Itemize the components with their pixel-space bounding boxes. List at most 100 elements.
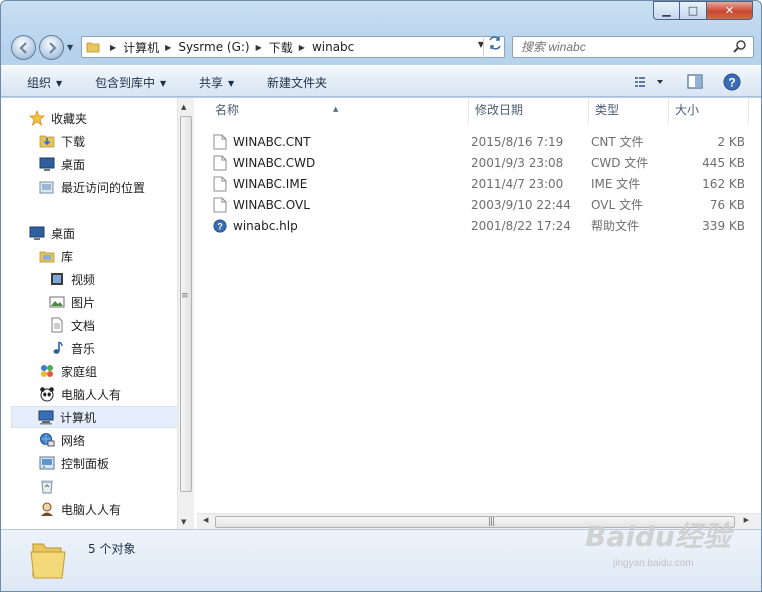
back-arrow-icon bbox=[18, 42, 27, 54]
search-icon[interactable] bbox=[733, 39, 747, 53]
scroll-down-icon[interactable]: ▼ bbox=[181, 518, 186, 526]
folder-icon bbox=[86, 42, 100, 53]
scroll-right-icon[interactable]: ▶ bbox=[744, 516, 749, 524]
file-size: 162 KB bbox=[702, 176, 745, 191]
nav-item-homegroup[interactable]: 家庭组 bbox=[39, 360, 97, 382]
file-row[interactable]: WINABC.IME 2011/4/7 23:00 IME 文件 162 KB bbox=[213, 173, 745, 194]
chevron-down-icon: ▼ bbox=[160, 79, 167, 88]
file-icon bbox=[213, 155, 227, 170]
nav-item-recycle-bin[interactable] bbox=[39, 475, 61, 497]
nav-item-user-1[interactable]: 电脑人人有 bbox=[39, 383, 121, 405]
breadcrumb-computer[interactable]: 计算机 bbox=[123, 39, 159, 56]
include-in-library-button[interactable]: 包含到库中 ▼ bbox=[95, 74, 166, 91]
nav-item-documents[interactable]: 文档 bbox=[49, 314, 95, 336]
file-name: WINABC.IME bbox=[233, 176, 308, 191]
file-icon bbox=[213, 197, 227, 212]
breadcrumb-drive[interactable]: Sysrme (G:) bbox=[178, 40, 249, 54]
file-list-horizontal-scrollbar[interactable]: ◀ ||| ▶ bbox=[197, 513, 761, 529]
nav-item-label: 图片 bbox=[71, 295, 96, 310]
file-size: 339 KB bbox=[702, 218, 745, 233]
nav-item-label: 收藏夹 bbox=[51, 111, 88, 126]
change-view-button[interactable] bbox=[633, 72, 667, 92]
scrollbar-thumb[interactable] bbox=[180, 116, 192, 492]
share-button[interactable]: 共享 ▼ bbox=[199, 74, 234, 91]
close-button[interactable]: ✕ bbox=[707, 1, 753, 20]
help-button[interactable]: ? bbox=[722, 72, 744, 92]
nav-item-recent-places[interactable]: 最近访问的位置 bbox=[39, 176, 145, 198]
file-type: CWD 文件 bbox=[591, 156, 649, 170]
column-header-name[interactable]: 名称 ▲ bbox=[197, 98, 469, 123]
nav-item-label: 控制面板 bbox=[61, 456, 110, 471]
file-name: winabc.hlp bbox=[233, 218, 298, 233]
details-pane: 5 个对象 bbox=[1, 529, 761, 591]
new-folder-button[interactable]: 新建文件夹 bbox=[267, 74, 327, 91]
item-count: 5 个对象 bbox=[88, 542, 136, 556]
breadcrumb-separator-icon[interactable]: ▶ bbox=[110, 43, 116, 52]
chevron-down-icon: ▼ bbox=[56, 79, 63, 88]
maximize-button[interactable]: □ bbox=[680, 1, 707, 20]
view-options-icon bbox=[635, 77, 663, 87]
navigation-pane-scrollbar[interactable]: ▲ ≡ ▼ bbox=[177, 98, 194, 529]
address-bar[interactable]: ▶ 计算机 ▶ Sysrme (G:) ▶ 下载 ▶ winabc ▼ bbox=[81, 36, 505, 58]
nav-item-label: 最近访问的位置 bbox=[61, 180, 146, 195]
forward-button[interactable] bbox=[39, 35, 64, 60]
help-icon: ? bbox=[723, 73, 741, 91]
column-header-date[interactable]: 修改日期 bbox=[469, 98, 589, 123]
breadcrumb-separator-icon[interactable]: ▶ bbox=[165, 43, 171, 52]
file-row[interactable]: WINABC.OVL 2003/9/10 22:44 OVL 文件 76 KB bbox=[213, 194, 745, 215]
nav-item-favorites[interactable]: 收藏夹 bbox=[29, 107, 87, 129]
nav-item-user-2[interactable]: 电脑人人有 bbox=[39, 498, 121, 520]
share-label: 共享 bbox=[199, 76, 224, 90]
folder-icon bbox=[30, 543, 66, 579]
scrollbar-thumb[interactable]: ||| bbox=[215, 516, 735, 528]
file-row[interactable]: WINABC.CWD 2001/9/3 23:08 CWD 文件 445 KB bbox=[213, 152, 745, 173]
nav-item-desktop[interactable]: 桌面 bbox=[29, 222, 75, 244]
nav-item-music[interactable]: 音乐 bbox=[49, 337, 95, 359]
nav-item-desktop-favorite[interactable]: 桌面 bbox=[39, 153, 85, 175]
file-date: 2015/8/16 7:19 bbox=[471, 134, 564, 149]
search-box[interactable] bbox=[512, 36, 754, 58]
nav-item-label: 文档 bbox=[71, 318, 96, 333]
column-headers: 名称 ▲ 修改日期 类型 大小 bbox=[197, 98, 761, 123]
nav-item-downloads[interactable]: 下载 bbox=[39, 130, 85, 152]
title-bar: ▁ □ ✕ bbox=[1, 1, 761, 29]
scroll-up-icon[interactable]: ▲ bbox=[181, 103, 186, 111]
column-date-label: 修改日期 bbox=[475, 103, 524, 117]
nav-item-label: 电脑人人有 bbox=[61, 387, 122, 402]
nav-item-computer[interactable]: 计算机 bbox=[11, 406, 183, 428]
scroll-left-icon[interactable]: ◀ bbox=[203, 516, 208, 524]
file-size: 76 KB bbox=[709, 197, 745, 212]
breadcrumb-downloads[interactable]: 下载 bbox=[269, 39, 293, 56]
nav-item-pictures[interactable]: 图片 bbox=[49, 291, 95, 313]
preview-pane-button[interactable] bbox=[685, 72, 707, 92]
nav-item-videos[interactable]: 视频 bbox=[49, 268, 95, 290]
file-date: 2011/4/7 23:00 bbox=[471, 176, 564, 191]
search-input[interactable] bbox=[521, 40, 721, 54]
file-type: CNT 文件 bbox=[591, 135, 644, 149]
file-type: 帮助文件 bbox=[591, 219, 640, 233]
back-button[interactable] bbox=[11, 35, 36, 60]
refresh-button[interactable] bbox=[483, 36, 505, 58]
minimize-button[interactable]: ▁ bbox=[653, 1, 680, 20]
breadcrumb: ▶ 计算机 ▶ Sysrme (G:) ▶ 下载 ▶ winabc bbox=[104, 37, 354, 57]
sort-ascending-icon: ▲ bbox=[333, 105, 339, 113]
breadcrumb-separator-icon[interactable]: ▶ bbox=[256, 43, 262, 52]
organize-menu-button[interactable]: 组织 ▼ bbox=[27, 74, 62, 91]
nav-item-label: 下载 bbox=[61, 134, 86, 149]
column-header-type[interactable]: 类型 bbox=[589, 98, 669, 123]
scrollbar-grip-icon: ≡ bbox=[181, 291, 189, 301]
file-row[interactable]: WINABC.CNT 2015/8/16 7:19 CNT 文件 2 KB bbox=[213, 131, 745, 152]
nav-item-network[interactable]: 网络 bbox=[39, 429, 85, 451]
nav-item-libraries[interactable]: 库 bbox=[39, 245, 73, 267]
file-size: 2 KB bbox=[717, 134, 745, 149]
recent-pages-dropdown[interactable]: ▼ bbox=[67, 41, 77, 55]
svg-text:?: ? bbox=[728, 76, 735, 90]
breadcrumb-separator-icon[interactable]: ▶ bbox=[299, 43, 305, 52]
breadcrumb-winabc[interactable]: winabc bbox=[312, 40, 354, 54]
file-date: 2003/9/10 22:44 bbox=[471, 197, 571, 212]
recent-places-icon bbox=[39, 181, 54, 194]
column-header-size[interactable]: 大小 bbox=[669, 98, 749, 123]
file-row[interactable]: ? winabc.hlp 2001/8/22 17:24 帮助文件 339 KB bbox=[213, 215, 745, 236]
nav-item-control-panel[interactable]: 控制面板 bbox=[39, 452, 109, 474]
nav-item-label: 电脑人人有 bbox=[61, 502, 122, 517]
